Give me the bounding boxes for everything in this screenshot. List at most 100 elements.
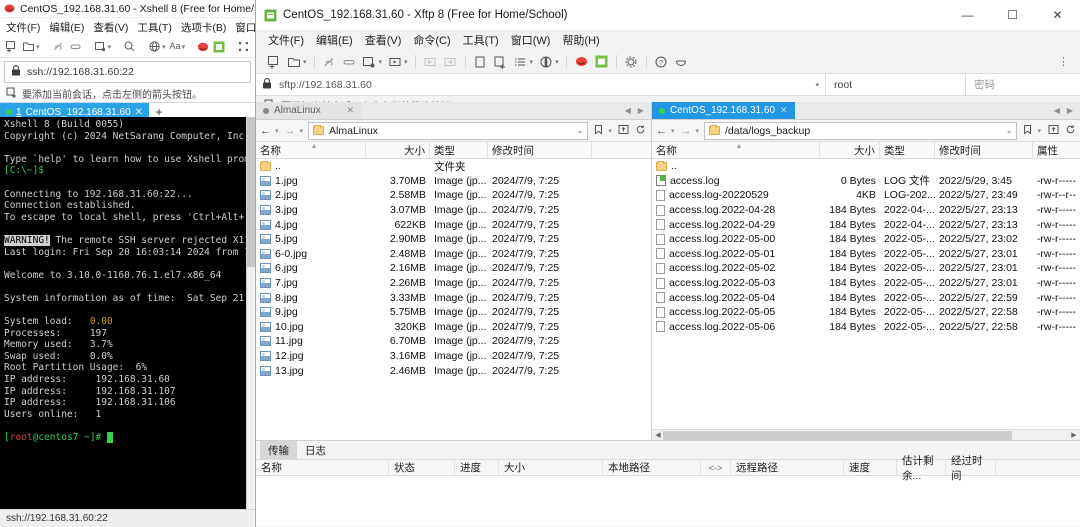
xshell-toolbar[interactable]: ▾ ▾ ▾ Aa ▾ [0,36,255,58]
transfer-mode-icon[interactable] [387,54,402,69]
host-chevron-down-icon[interactable]: ▾ [815,81,819,89]
file-name-cell[interactable]: access.log.2022-05-06 [652,321,820,333]
file-name-cell[interactable]: 4.jpg [256,219,366,231]
local-pane-tabstrip[interactable]: AlmaLinux ✕ ◀ ▶ [256,102,651,120]
globe-icon[interactable] [148,39,161,54]
xftp-menu-file[interactable]: 文件(F) [268,32,304,48]
file-row[interactable]: 7.jpg 2.26MB Image (jp... 2024/7/9, 7:25 [256,276,651,291]
encoding-chevron-down-icon[interactable]: ▾ [555,58,559,66]
file-name-cell[interactable]: 2.jpg [256,189,366,201]
remote-tab-nav[interactable]: ◀ ▶ [1047,102,1080,119]
list-view-icon[interactable] [513,54,528,69]
file-row[interactable]: access.log.2022-05-04 184 Bytes 2022-05-..… [652,290,1080,305]
transfer-col-filler[interactable] [996,460,1080,475]
forward-chevron-down-icon[interactable]: ▾ [695,127,699,135]
maximize-icon[interactable]: ☐ [990,0,1035,30]
parent-folder-icon[interactable] [617,124,631,138]
tab-log[interactable]: 日志 [297,441,334,459]
file-row[interactable]: 11.jpg 6.70MB Image (jp... 2024/7/9, 7:25 [256,334,651,349]
file-name-cell[interactable]: 6-0.jpg [256,248,366,260]
bookmark-chevron-down-icon[interactable]: ▾ [608,127,612,135]
remote-col-attrs[interactable]: 属性 [1033,142,1080,158]
scroll-right-icon[interactable]: ▶ [1069,431,1079,439]
globe-chevron-down-icon[interactable]: ▾ [162,43,166,51]
font-size-icon[interactable]: Aa [170,39,181,54]
file-row[interactable]: access.log.2022-04-29 184 Bytes 2022-04-..… [652,217,1080,232]
list-view-chevron-down-icon[interactable]: ▾ [530,58,534,66]
file-name-cell[interactable]: access.log.2022-04-29 [652,219,820,231]
path-chevron-down-icon[interactable]: ⌄ [577,126,584,135]
file-row[interactable]: access.log 0 Bytes LOG 文件 2022/5/29, 3:45 -r… [652,174,1080,189]
xshell-terminal[interactable]: Xshell 8 (Build 0055) Copyright (c) 2024… [0,117,255,509]
remote-pane-tabstrip[interactable]: CentOS_192.168.31.60 ✕ ◀ ▶ [651,102,1080,120]
refresh-icon[interactable] [634,124,648,138]
back-icon[interactable]: ← [259,125,272,137]
new-session-icon[interactable] [5,39,18,54]
file-name-cell[interactable]: access.log.2022-05-00 [652,233,820,245]
xftp-menu-view[interactable]: 查看(V) [365,32,402,48]
transfer-col-size[interactable]: 大小 [499,460,603,475]
file-name-cell[interactable]: .. [256,160,366,172]
transfer-col-direction[interactable]: <-> [701,460,731,475]
gear-icon[interactable] [624,54,639,69]
minimize-to-tray-icon[interactable] [674,54,689,69]
disconnect-icon[interactable] [52,39,65,54]
disconnect-icon[interactable] [322,54,337,69]
local-tab-nav[interactable]: ◀ ▶ [618,102,651,119]
xshell-menu-view[interactable]: 查看(V) [93,20,128,35]
xshell-menubar[interactable]: 文件(F) 编辑(E) 查看(V) 工具(T) 选项卡(B) 窗口(W) 帮助(… [0,18,255,36]
file-row[interactable]: access.log.2022-05-00 184 Bytes 2022-05-..… [652,232,1080,247]
xshell-menu-edit[interactable]: 编辑(E) [49,20,84,35]
file-name-cell[interactable]: access.log [652,175,820,187]
forward-chevron-down-icon[interactable]: ▾ [300,127,304,135]
transfer-col-eta[interactable]: 估计剩余... [897,455,946,482]
xshell-menu-tools[interactable]: 工具(T) [137,20,171,35]
remote-file-list[interactable]: .. access.log 0 Bytes LOG 文件 2022/5/29, 3:45… [651,159,1080,429]
encoding-icon[interactable] [538,54,553,69]
file-name-cell[interactable]: 9.jpg [256,306,366,318]
file-row[interactable]: 6.jpg 2.16MB Image (jp... 2024/7/9, 7:25 [256,261,651,276]
file-row[interactable]: access.log-20220529 4KB LOG-202... 2022/5/2… [652,188,1080,203]
bookmark-chevron-down-icon[interactable]: ▾ [1037,127,1041,135]
file-name-cell[interactable]: access.log.2022-04-28 [652,204,820,216]
minimize-icon[interactable]: — [945,0,990,30]
sync-browse-icon[interactable] [473,54,488,69]
scroll-left-icon[interactable]: ◀ [653,431,663,439]
local-col-name[interactable]: 名称 ▲ [256,142,366,158]
new-folder-chevron-down-icon[interactable]: ▾ [379,58,383,66]
file-name-cell[interactable]: 5.jpg [256,233,366,245]
file-name-cell[interactable]: 8.jpg [256,292,366,304]
bookmark-icon[interactable] [591,124,605,138]
remote-horizontal-scrollbar[interactable]: ◀ ▶ [651,429,1080,440]
host-field[interactable]: sftp://192.168.31.60 ▾ [256,74,826,95]
transfer-mode-chevron-down-icon[interactable]: ▾ [404,58,408,66]
new-folder-icon[interactable] [362,54,377,69]
xftp-menubar[interactable]: 文件(F) 编辑(E) 查看(V) 命令(C) 工具(T) 窗口(W) 帮助(H… [256,30,1080,50]
file-row[interactable]: 2.jpg 2.58MB Image (jp... 2024/7/9, 7:25 [256,188,651,203]
transfer-col-speed[interactable]: 速度 [844,460,897,475]
close-icon[interactable]: ✕ [346,105,354,116]
file-name-cell[interactable]: 10.jpg [256,321,366,333]
file-row[interactable]: 10.jpg 320KB Image (jp... 2024/7/9, 7:25 [256,320,651,335]
file-name-cell[interactable]: 3.jpg [256,204,366,216]
new-terminal-icon[interactable] [94,39,107,54]
file-name-cell[interactable]: access.log.2022-05-03 [652,277,820,289]
file-row[interactable]: 6-0.jpg 2.48MB Image (jp... 2024/7/9, 7:25 [256,247,651,262]
file-name-cell[interactable]: access.log.2022-05-05 [652,306,820,318]
file-name-cell[interactable]: access.log.2022-05-01 [652,248,820,260]
folder-compare-icon[interactable] [493,54,508,69]
transfer-column-headers[interactable]: 名称 状态 进度 大小 本地路径 <-> 远程路径 速度 估计剩余... 经过时… [256,455,1080,482]
file-name-cell[interactable]: 7.jpg [256,277,366,289]
xftp-app-icon[interactable] [594,54,609,69]
local-tab-almalinux[interactable]: AlmaLinux ✕ [256,102,361,119]
terminal-scrollbar-thumb[interactable] [247,117,255,267]
new-terminal-chevron-down-icon[interactable]: ▾ [108,43,112,51]
close-icon[interactable]: ✕ [780,105,788,116]
file-name-cell[interactable]: access.log.2022-05-04 [652,292,820,304]
fullscreen-icon[interactable] [237,39,250,54]
local-path-value[interactable]: AlmaLinux [329,125,378,137]
file-row[interactable]: access.log.2022-04-28 184 Bytes 2022-04-..… [652,203,1080,218]
file-row[interactable]: 9.jpg 5.75MB Image (jp... 2024/7/9, 7:25 [256,305,651,320]
username-value[interactable]: root [834,79,852,91]
xshell-menu-tabs[interactable]: 选项卡(B) [181,20,227,35]
